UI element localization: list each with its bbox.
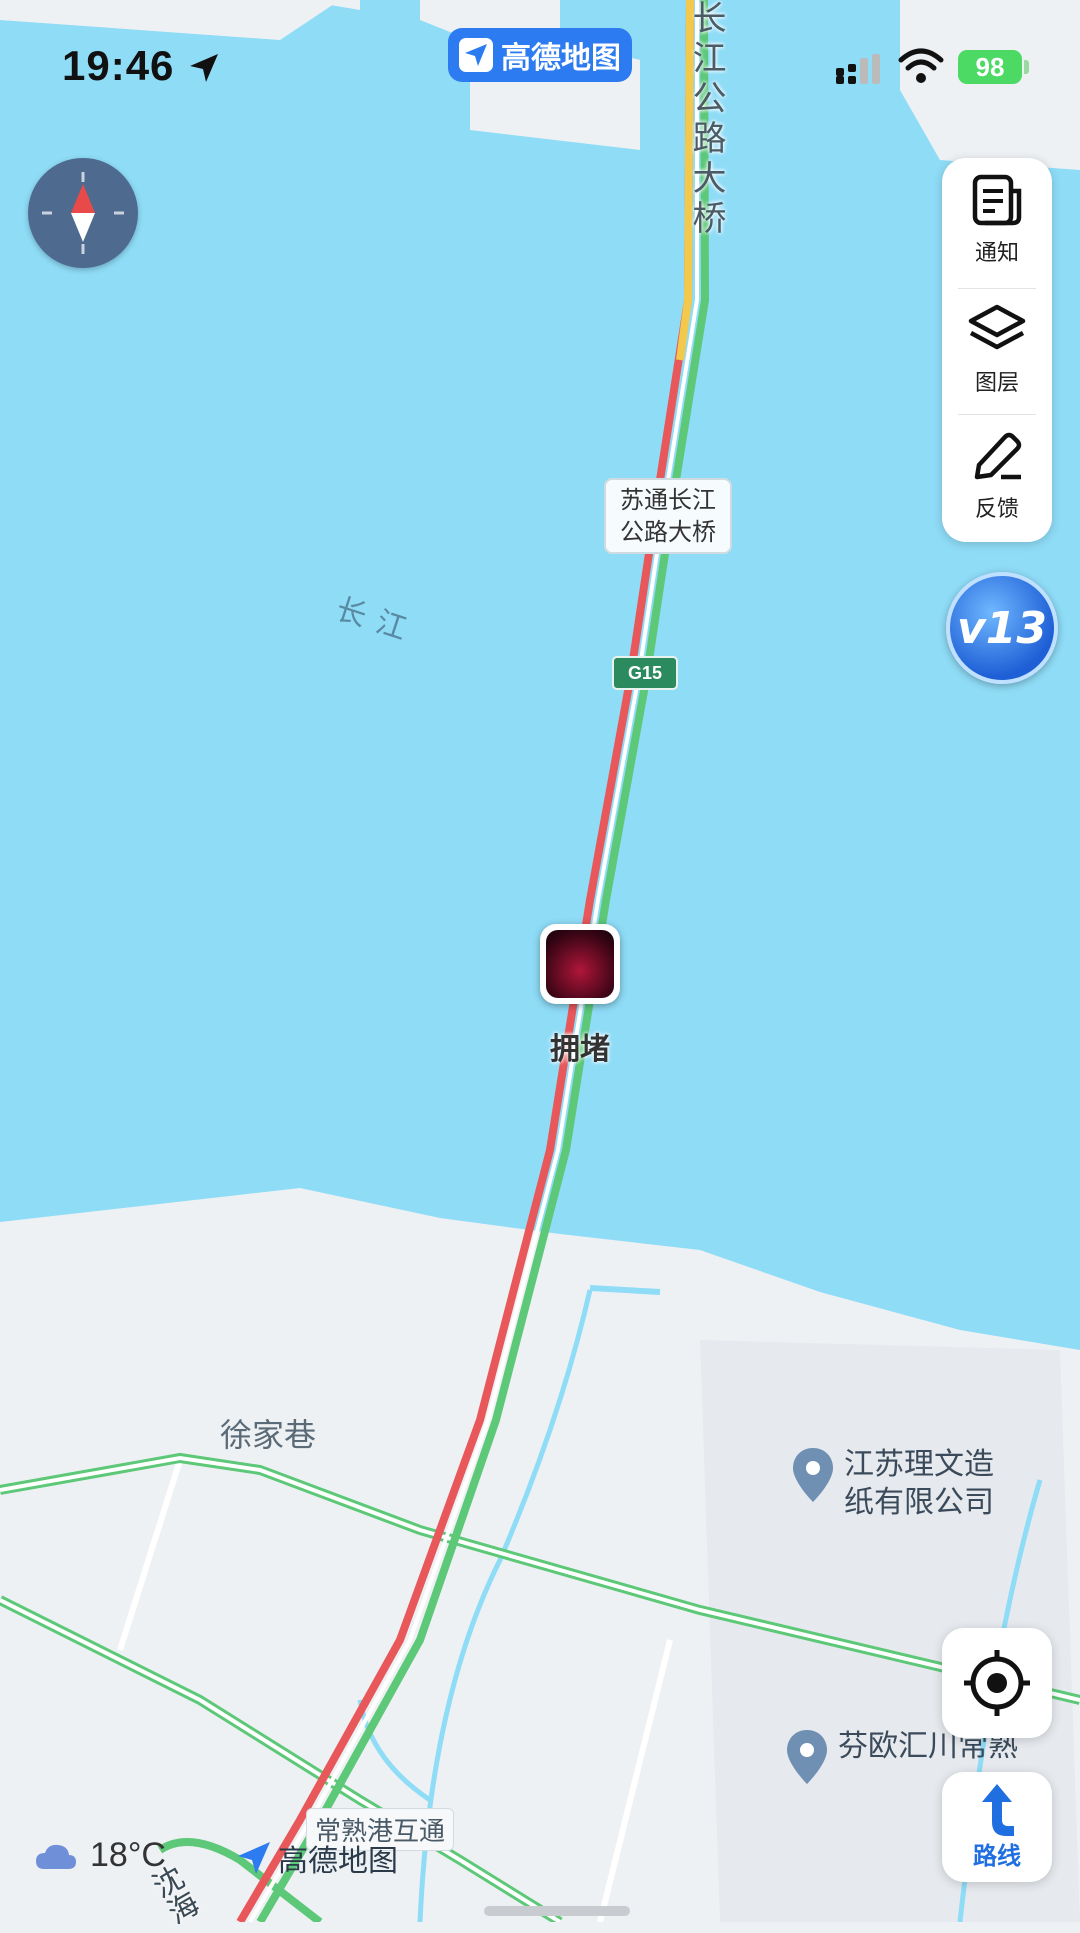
bridge-name-line-1: 苏通长江 <box>620 486 716 514</box>
watermark-label: 高德地图 <box>278 1844 398 1879</box>
app-badge[interactable]: 高德地图 <box>448 28 632 82</box>
traffic-camera-marker[interactable] <box>540 924 620 1004</box>
place-label-xujiaxiang[interactable]: 徐家巷 <box>220 1410 316 1456</box>
v13-badge[interactable]: v13 <box>946 572 1058 684</box>
layers-label: 图层 <box>974 371 1019 396</box>
poi-pin-icon <box>793 1448 833 1502</box>
poi-pin-icon <box>787 1730 827 1784</box>
status-bar: 19:46 高德地图 98 <box>0 0 1080 120</box>
route-arrow-icon <box>982 1784 1014 1836</box>
compass-button[interactable] <box>28 158 138 268</box>
highway-shield-g15: G15 <box>612 656 678 690</box>
layers-icon <box>968 304 1026 350</box>
poi-lee-paper[interactable]: 江苏理文造 纸有限公司 <box>790 1446 994 1522</box>
amap-logo-icon <box>238 1842 270 1874</box>
wifi-icon <box>898 48 944 83</box>
bridge-name-line-2: 公路大桥 <box>620 518 716 546</box>
poi-lee-paper-line-2: 纸有限公司 <box>844 1485 994 1520</box>
route-button[interactable]: 路线 <box>942 1772 1052 1882</box>
notification-icon <box>972 174 1022 226</box>
pencil-icon <box>974 432 1022 480</box>
layers-button[interactable]: 图层 <box>942 288 1052 412</box>
app-badge-label: 高德地图 <box>501 41 621 76</box>
feedback-button[interactable]: 反馈 <box>942 414 1052 538</box>
amap-watermark: 高德地图 <box>236 1836 398 1880</box>
notify-button[interactable]: 通知 <box>942 158 1052 282</box>
temperature-label: 18°C <box>90 1836 166 1874</box>
feedback-label: 反馈 <box>974 497 1019 522</box>
locate-icon <box>964 1650 1030 1716</box>
congestion-label: 拥堵 <box>550 1032 610 1067</box>
cloud-icon <box>36 1844 76 1869</box>
bridge-name-label[interactable]: 苏通长江 公路大桥 <box>604 478 732 554</box>
locate-button[interactable] <box>942 1628 1052 1738</box>
home-indicator[interactable] <box>484 1906 630 1916</box>
compass-icon <box>42 172 124 254</box>
battery-nub <box>1024 60 1029 74</box>
battery-indicator: 98 <box>958 50 1022 84</box>
amap-logo-icon <box>459 38 493 72</box>
poi-lee-paper-line-1: 江苏理文造 <box>844 1447 994 1482</box>
location-arrow-icon <box>190 54 218 82</box>
weather-widget[interactable]: 18°C <box>34 1836 166 1875</box>
cellular-signal-icon <box>836 54 880 84</box>
camera-thumbnail <box>546 930 614 998</box>
status-time: 19:46 <box>62 42 175 89</box>
route-label: 路线 <box>973 1842 1021 1870</box>
notify-label: 通知 <box>974 241 1019 266</box>
map-tools-panel: 通知 图层 反馈 <box>942 158 1052 542</box>
